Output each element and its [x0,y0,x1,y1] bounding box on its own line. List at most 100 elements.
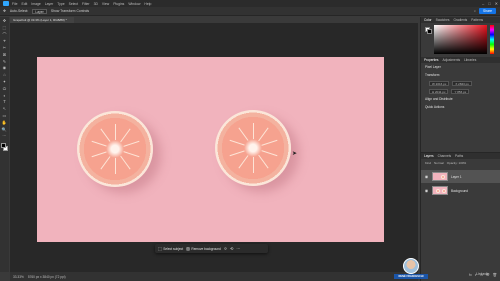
tab-properties[interactable]: Properties [424,58,439,62]
layers-panel: Layers Channels Paths Kind Normal Opacit… [421,152,500,277]
menu-layer[interactable]: Layer [45,2,53,6]
select-subject-button[interactable]: ⬚ Select subject [158,246,183,251]
zoom-tool-icon[interactable]: 🔍 [2,127,8,133]
shape-tool-icon[interactable]: ▭ [2,113,8,119]
foreground-color-swatch[interactable] [1,143,6,149]
lasso-tool-icon[interactable]: ⌒ [2,32,8,38]
tab-libraries[interactable]: Libraries [464,58,476,62]
remove-background-icon: ▨ [186,246,190,251]
close-icon[interactable]: ✕ [495,1,498,6]
canvas-area[interactable]: ➤ ⬚ Select subject ▨ Remove background ⟐ ⟲… [10,23,418,272]
minimize-icon[interactable]: – [482,1,484,6]
select-subject-icon: ⬚ [158,246,162,251]
align-distribute-section[interactable]: Align and Distribute [421,95,500,103]
layer-name[interactable]: Background [451,189,468,193]
blend-mode-select[interactable]: Normal [434,161,444,165]
menu-window[interactable]: Window [128,2,140,6]
remove-background-label: Remove background [191,246,221,251]
tab-layers[interactable]: Layers [424,154,434,158]
more-tools-icon[interactable]: ⋯ [2,134,8,139]
visibility-eye-icon[interactable]: ◉ [424,188,429,193]
mouse-cursor-icon: ➤ [292,151,298,157]
marquee-tool-icon[interactable]: ⬚ [2,25,8,31]
photoshop-logo-icon [3,1,9,6]
layer-row-background[interactable]: ◉ Background [421,184,500,197]
history-brush-tool-icon[interactable]: ⌂ [2,73,8,78]
layer-name[interactable]: Layer 1 [451,175,462,179]
select-subject-label: Select subject [163,246,184,251]
type-tool-icon[interactable]: T [2,100,8,105]
maximize-icon[interactable]: □ [488,1,490,6]
color-swatches[interactable] [1,143,8,152]
panel-foreground-swatch[interactable] [427,29,432,34]
y-field[interactable]: Y 856 px [451,88,470,94]
frame-tool-icon[interactable]: ⊠ [2,52,8,58]
object-select-tool-icon[interactable]: ⌖ [2,39,8,44]
contextual-task-bar: ⬚ Select subject ▨ Remove background ⟐ ⟲ ⋯ [155,244,268,253]
menu-select[interactable]: Select [69,2,78,6]
trash-icon[interactable]: 🗑 [492,273,497,277]
eraser-tool-icon[interactable]: ✦ [2,79,8,85]
right-panels: Color Swatches Gradients Patterns Proper… [420,17,500,281]
menu-plugins[interactable]: Plugins [113,2,124,6]
tab-channels[interactable]: Channels [438,154,451,158]
zoom-level[interactable]: 33.33% [13,275,24,279]
properties-panel: Properties Adjustments Libraries Pixel L… [421,57,500,167]
tab-adjustments[interactable]: Adjustments [443,58,461,62]
menu-type[interactable]: Type [57,2,64,6]
auto-select-target[interactable]: Layer [32,8,47,14]
auto-select-label[interactable]: Auto-Select: [10,9,28,13]
presenter-badge: RENÉ FRANCESCHI [394,258,428,281]
stamp-tool-icon[interactable]: ◉ [2,66,8,71]
hue-slider[interactable] [490,25,494,54]
options-right: ⌕ Share [474,8,496,14]
search-icon[interactable]: ⌕ [474,9,476,13]
move-tool-icon[interactable]: ✥ [3,9,6,13]
grapefruit-half-left [77,111,153,187]
hand-tool-icon[interactable]: ✋ [2,120,8,126]
tab-patterns[interactable]: Patterns [471,18,483,22]
crop-tool-icon[interactable]: ✂ [2,46,8,51]
reset-icon[interactable]: ⟲ [230,246,233,251]
brush-tool-icon[interactable]: ✎ [2,59,8,65]
transform-section[interactable]: Transform [421,71,500,79]
layer-thumbnail [432,172,448,181]
layer-row-layer-1[interactable]: ◉ Layer 1 [421,170,500,183]
height-field[interactable]: H 2011 px [429,88,449,94]
menu-bar: File Edit Image Layer Type Select Filter… [0,0,500,7]
fx-icon[interactable]: fx [469,273,472,277]
menu-view[interactable]: View [102,2,109,6]
more-options-icon[interactable]: ⋯ [236,246,240,251]
tab-swatches[interactable]: Swatches [436,18,450,22]
menu-3d[interactable]: 3D [94,2,98,6]
x-field[interactable]: X 2843 px [452,80,472,86]
menu-file[interactable]: File [12,2,17,6]
menu-image[interactable]: Image [31,2,40,6]
grapefruit-image[interactable]: ➤ [37,57,384,242]
transform-pos-row: H 2011 px Y 856 px [421,87,500,95]
tab-gradients[interactable]: Gradients [453,18,467,22]
menu-filter[interactable]: Filter [82,2,90,6]
visibility-eye-icon[interactable]: ◉ [424,174,429,179]
width-field[interactable]: W 2016 px [429,80,450,86]
layer-kind-filter[interactable]: Kind [425,161,431,165]
move-tool-icon[interactable]: ✥ [2,18,8,24]
transform-icon[interactable]: ⟐ [224,246,227,251]
tab-color[interactable]: Color [424,18,432,22]
layer-filter-row: Kind Normal Opacity: 100% [421,159,500,167]
tab-paths[interactable]: Paths [455,154,463,158]
quick-actions-section[interactable]: Quick Actions [421,103,500,111]
document-info[interactable]: 5760 px x 3840 px (72 ppi) [28,275,66,279]
share-button[interactable]: Share [478,8,496,14]
menu-help[interactable]: Help [144,2,151,6]
path-select-tool-icon[interactable]: ↖ [2,107,8,112]
presenter-avatar [403,258,419,274]
gradient-tool-icon[interactable]: ⬭ [2,86,8,92]
photoshop-window: File Edit Image Layer Type Select Filter… [0,0,500,281]
color-picker-field[interactable] [434,25,487,54]
menu-edit[interactable]: Edit [21,2,27,6]
opacity-field[interactable]: Opacity: 100% [447,161,467,165]
dodge-tool-icon[interactable]: ◐ [2,93,8,99]
remove-background-button[interactable]: ▨ Remove background [186,246,221,251]
show-transform-controls[interactable]: Show Transform Controls [51,9,89,13]
